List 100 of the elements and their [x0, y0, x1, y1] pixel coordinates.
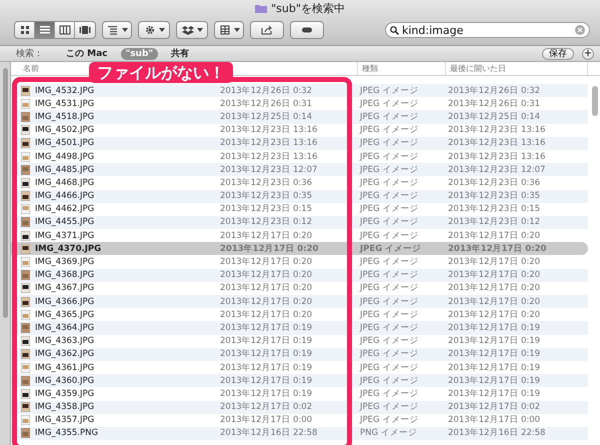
image-file-icon — [21, 244, 30, 254]
share-button[interactable] — [250, 21, 284, 39]
image-file-icon — [21, 322, 30, 333]
date-cell-text: 2013年12月26日 0:32 — [220, 84, 314, 97]
date-cell-text: 2013年12月17日 0:20 — [448, 242, 548, 255]
file-row[interactable]: IMG_4532.JPG 2013年12月26日 0:32 JPEG イメージ 2013年12月26日 0:32 — [11, 84, 588, 98]
file-name: IMG_4498.JPG — [35, 152, 96, 162]
scope-button[interactable]: この Mac — [61, 48, 112, 60]
image-file-icon — [21, 283, 30, 294]
file-row[interactable]: IMG_4501.JPG 2013年12月23日 13:16 JPEG イメージ 2013年12月23日 13:16 — [11, 136, 588, 150]
date-cell-text: 2013年12月17日 0:19 — [220, 388, 314, 400]
file-name: IMG_4501.JPG — [35, 138, 96, 148]
gear-icon — [144, 25, 156, 35]
kind-cell-text: JPEG イメージ — [360, 230, 420, 242]
date-cell-text: 2013年12月17日 0:20 — [220, 308, 314, 321]
date-cell-text: 2013年12月25日 0:14 — [448, 110, 542, 123]
date-cell-text: 2013年12月17日 0:20 — [220, 242, 320, 255]
grid-icon — [218, 25, 230, 35]
file-name: IMG_4368.JPG — [35, 270, 96, 280]
file-row[interactable]: IMG_4462.JPG 2013年12月23日 0:15 JPEG イメージ 2013年12月23日 0:15 — [11, 202, 588, 216]
file-name: IMG_4455.JPG — [35, 217, 96, 228]
image-file-icon — [21, 178, 30, 188]
image-file-icon — [21, 349, 30, 360]
image-file-icon — [21, 164, 30, 175]
file-row[interactable]: IMG_4502.JPG 2013年12月23日 13:16 JPEG イメージ 2013年12月23日 13:16 — [11, 124, 588, 137]
column-heading[interactable]: 種類 — [362, 62, 378, 75]
file-row[interactable]: IMG_4362.JPG 2013年12月17日 0:19 JPEG イメージ 2013年12月17日 0:19 — [11, 348, 588, 361]
file-row[interactable]: IMG_4466.JPG 2013年12月23日 0:35 JPEG イメージ 2013年12月23日 0:35 — [11, 190, 588, 203]
image-file-icon — [21, 86, 30, 96]
save-button[interactable]: 保存 — [542, 48, 574, 60]
file-row[interactable]: IMG_4360.JPG 2013年12月17日 0:19 JPEG イメージ 2013年12月17日 0:19 — [11, 374, 588, 388]
date-cell-text: 2013年12月23日 0:12 — [220, 216, 314, 228]
date-cell-text: 2013年12月17日 0:20 — [448, 230, 542, 242]
search-field[interactable]: kind:image — [385, 22, 590, 38]
view-mode-button[interactable] — [35, 22, 55, 38]
file-row[interactable]: IMG_4485.JPG 2013年12月23日 12:07 JPEG イメージ 2013年12月23日 12:07 — [11, 163, 588, 176]
date-cell-text: 2013年12月26日 0:31 — [220, 98, 314, 110]
scope-button[interactable]: 共有 — [166, 48, 194, 60]
kind-cell-text: JPEG イメージ — [360, 164, 420, 176]
file-row[interactable]: IMG_4355.PNG 2013年12月16日 22:58 PNG イメージ 2013年12月16日 22:58 — [11, 426, 588, 440]
date-cell-text: 2013年12月17日 0:20 — [220, 282, 314, 294]
box-icon — [182, 25, 194, 35]
tag-button[interactable] — [290, 21, 324, 39]
dropbox-button[interactable] — [176, 21, 208, 39]
arrange-button[interactable] — [102, 21, 132, 39]
caret-icon — [196, 28, 202, 32]
kind-cell-text: JPEG イメージ — [360, 137, 420, 150]
file-row[interactable]: IMG_4358.JPG 2013年12月17日 0:02 JPEG イメージ 2013年12月17日 0:02 — [11, 400, 588, 414]
image-file-icon — [21, 257, 30, 268]
file-name: IMG_4369.JPG — [35, 257, 96, 268]
column-view-icon — [58, 25, 70, 35]
file-name: IMG_4370.JPG — [35, 244, 102, 254]
file-name: IMG_4362.JPG — [35, 349, 96, 360]
date-cell-text: 2013年12月23日 13:16 — [448, 124, 546, 136]
date-cell-text: 2013年12月23日 13:16 — [448, 150, 546, 163]
date-cell-text: 2013年12月23日 12:07 — [220, 164, 318, 176]
kind-cell-text: JPEG イメージ — [360, 388, 420, 400]
add-button[interactable]: + — [582, 48, 594, 60]
kind-cell-text: JPEG イメージ — [360, 242, 422, 255]
tag-icon — [299, 25, 315, 35]
date-cell-text: 2013年12月23日 13:16 — [220, 137, 318, 150]
file-name: IMG_4361.JPG — [35, 362, 96, 373]
image-file-icon — [21, 376, 30, 386]
file-row[interactable]: IMG_4370.JPG 2013年12月17日 0:20 JPEG イメージ 2013年12月17日 0:20 — [11, 242, 588, 256]
column-heading[interactable]: 最後に開いた日 — [450, 62, 506, 75]
kind-cell-text: JPEG イメージ — [360, 124, 420, 136]
file-row[interactable]: IMG_4518.JPG 2013年12月25日 0:14 JPEG イメージ 2013年12月25日 0:14 — [11, 110, 588, 124]
file-row[interactable]: IMG_4364.JPG 2013年12月17日 0:19 JPEG イメージ 2013年12月17日 0:19 — [11, 321, 588, 335]
file-name: IMG_4462.JPG — [35, 204, 96, 214]
file-row[interactable]: IMG_4357.JPG 2013年12月17日 0:00 JPEG イメージ 2013年12月17日 0:00 — [11, 414, 588, 427]
file-row[interactable]: IMG_4363.JPG 2013年12月17日 0:19 JPEG イメージ 2013年12月17日 0:19 — [11, 334, 588, 348]
file-row[interactable]: IMG_4455.JPG 2013年12月23日 0:12 JPEG イメージ 2013年12月23日 0:12 — [11, 216, 588, 230]
file-name: IMG_4363.JPG — [35, 336, 96, 346]
scroll-thumb[interactable] — [2, 68, 8, 318]
column-heading[interactable]: 名前 — [23, 62, 39, 75]
image-file-icon — [21, 428, 30, 438]
image-file-icon — [21, 230, 30, 241]
kind-cell-text: JPEG イメージ — [360, 401, 420, 414]
date-cell-text: 2013年12月17日 0:19 — [448, 322, 542, 334]
action-button[interactable] — [138, 21, 170, 39]
date-cell-text: 2013年12月23日 0:15 — [448, 203, 542, 216]
file-row[interactable]: IMG_4368.JPG 2013年12月17日 0:20 JPEG イメージ 2013年12月17日 0:20 — [11, 268, 588, 282]
file-name: IMG_4531.JPG — [35, 98, 96, 109]
image-file-icon — [21, 152, 30, 162]
date-cell-text: 2013年12月26日 0:32 — [448, 84, 542, 97]
kind-cell-text: JPEG イメージ — [360, 110, 420, 123]
folder-icon — [255, 4, 268, 12]
scroll-thumb[interactable] — [592, 86, 598, 116]
file-row[interactable]: IMG_4365.JPG 2013年12月17日 0:20 JPEG イメージ 2013年12月17日 0:20 — [11, 308, 588, 322]
file-row[interactable]: IMG_4531.JPG 2013年12月26日 0:31 JPEG イメージ 2013年12月26日 0:31 — [11, 97, 588, 110]
group-button[interactable] — [214, 21, 244, 39]
kind-cell-text: JPEG イメージ — [360, 269, 420, 282]
kind-cell-text: JPEG イメージ — [360, 84, 420, 97]
date-cell-text: 2013年12月17日 0:19 — [448, 348, 542, 360]
image-file-icon — [21, 191, 30, 202]
file-row[interactable]: IMG_4366.JPG 2013年12月17日 0:20 JPEG イメージ 2013年12月17日 0:20 — [11, 295, 588, 308]
kind-cell-text: JPEG イメージ — [360, 282, 420, 294]
date-cell-text: 2013年12月17日 0:19 — [448, 335, 542, 348]
file-name: IMG_4359.JPG — [35, 388, 96, 399]
date-cell-text: 2013年12月17日 0:19 — [220, 322, 314, 334]
